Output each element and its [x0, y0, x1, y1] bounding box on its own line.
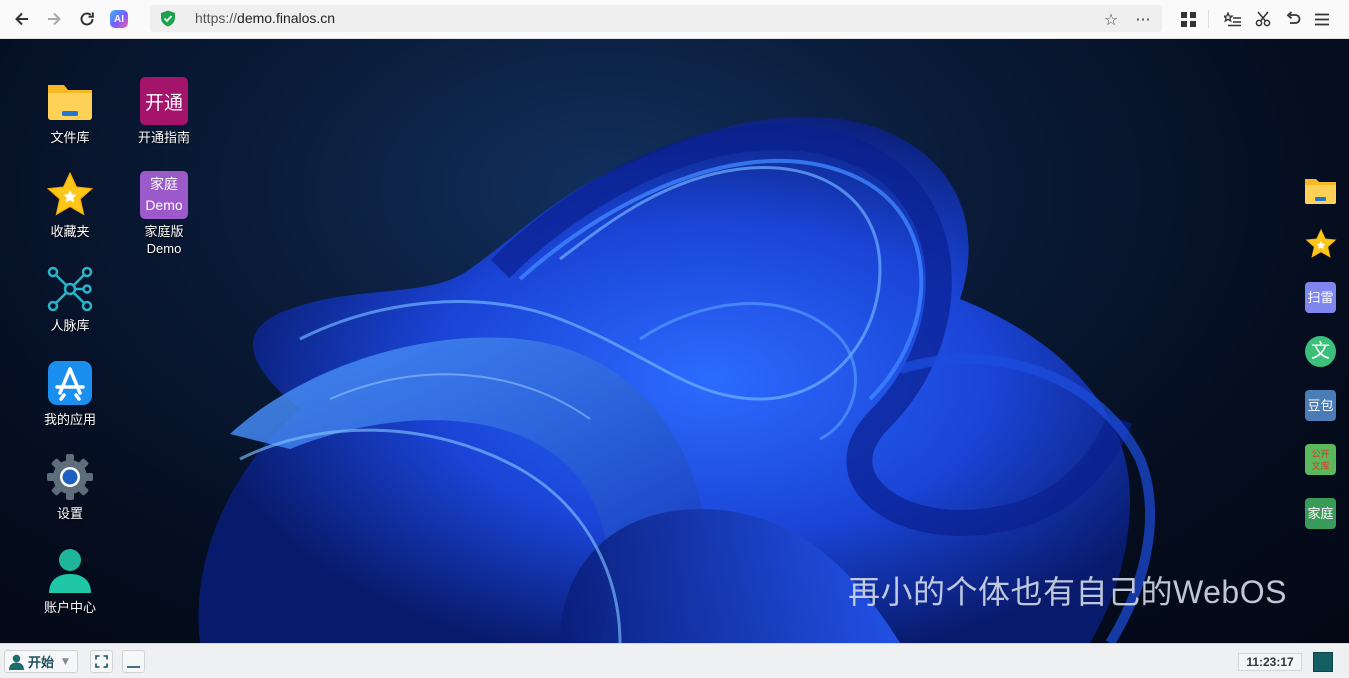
tile-text: Demo — [145, 197, 183, 213]
minimize-all-button[interactable] — [122, 650, 145, 673]
taskbar: 开始 ▼ 11:23:17 — [0, 643, 1349, 678]
desktop-icon-guide[interactable]: 开通 开通指南 — [124, 77, 204, 146]
fullscreen-icon — [95, 655, 108, 668]
dock-doubao[interactable]: 豆包 — [1304, 389, 1337, 422]
desktop-icon-account[interactable]: 账户中心 — [30, 547, 110, 616]
user-icon — [9, 654, 24, 670]
dock-document[interactable]: 文 — [1304, 335, 1337, 368]
desktop-icon-label: 收藏夹 — [50, 224, 90, 239]
secure-shield-icon — [160, 10, 176, 27]
desktop-icon-contacts[interactable]: 人脉库 — [30, 265, 110, 334]
desktop-icon-settings[interactable]: 设置 — [30, 453, 110, 522]
dock-favorites[interactable] — [1304, 227, 1337, 260]
tile-text: 家庭 — [150, 176, 178, 192]
star-icon — [46, 171, 94, 219]
browser-toolbar: AI https://demo.finalos.cn ☆ ··· — [0, 0, 1349, 39]
taskbar-clock: 11:23:17 — [1238, 653, 1302, 671]
desktop-slogan: 再小的个体也有自己的WebOS — [848, 574, 1287, 610]
guide-tile: 开通 — [140, 77, 188, 125]
desktop-icon-label: 我的应用 — [43, 412, 96, 427]
desktop-icon-label: 开通指南 — [137, 130, 190, 145]
show-desktop-button[interactable] — [1313, 652, 1333, 672]
dock-public-library[interactable]: 公开 文库 — [1304, 443, 1337, 476]
desktop-icon-favorites[interactable]: 收藏夹 — [30, 171, 110, 240]
dock-tile-text: 文 — [1305, 336, 1336, 367]
more-dots-icon[interactable]: ··· — [1132, 8, 1154, 30]
fullscreen-button[interactable] — [90, 650, 113, 673]
bookmark-star-icon[interactable]: ☆ — [1100, 8, 1122, 30]
undo-icon[interactable] — [1282, 8, 1304, 30]
menu-hamburger-icon[interactable] — [1311, 8, 1333, 30]
favorites-list-icon[interactable] — [1221, 8, 1243, 30]
toolbar-divider — [1208, 10, 1209, 28]
desktop-icon-label: 设置 — [56, 506, 83, 521]
dock-files[interactable] — [1304, 174, 1337, 207]
apps-grid-icon[interactable] — [1177, 8, 1199, 30]
desktop-icon-label: 家庭版 Demo — [144, 224, 184, 256]
network-icon — [46, 265, 94, 313]
start-button[interactable]: 开始 ▼ — [4, 650, 78, 673]
back-arrow-icon[interactable] — [11, 8, 33, 30]
dock-tile-text: 家庭 — [1305, 498, 1336, 529]
desktop-icon-label: 文件库 — [50, 130, 90, 145]
chevron-down-icon: ▼ — [62, 656, 69, 667]
desktop-icon-family-demo[interactable]: 家庭 Demo 家庭版 Demo — [124, 171, 204, 257]
star-icon — [1305, 228, 1336, 258]
dock-tile-text: 扫雷 — [1305, 282, 1336, 313]
app-store-icon — [46, 359, 94, 407]
reload-icon[interactable] — [76, 8, 98, 30]
dock-minesweeper[interactable]: 扫雷 — [1304, 281, 1337, 314]
minimize-icon — [127, 666, 140, 668]
desktop-icon-label: 人脉库 — [50, 318, 90, 333]
desktop-icon-label: 账户中心 — [43, 600, 96, 615]
user-icon — [46, 547, 94, 595]
dock-tile-text: 公开 文库 — [1305, 444, 1336, 475]
scissors-icon[interactable] — [1252, 8, 1274, 30]
start-label: 开始 — [28, 655, 55, 670]
url-text: https://demo.finalos.cn — [195, 10, 336, 26]
ai-assistant-icon[interactable]: AI — [110, 10, 128, 28]
folder-icon — [46, 77, 94, 125]
address-bar[interactable]: https://demo.finalos.cn ☆ ··· — [150, 5, 1162, 32]
dock-family[interactable]: 家庭 — [1304, 497, 1337, 530]
folder-icon — [1305, 178, 1336, 204]
dock-tile-text: 豆包 — [1305, 390, 1336, 421]
desktop-icon-files[interactable]: 文件库 — [30, 77, 110, 146]
forward-arrow-icon[interactable] — [43, 8, 65, 30]
family-demo-tile: 家庭 Demo — [140, 171, 188, 219]
desktop[interactable]: 文件库 收藏夹 人脉库 我的应用 设置 账户中心 开通 开通指南 家庭 Demo… — [0, 39, 1349, 643]
gear-icon — [46, 453, 94, 501]
desktop-icon-my-apps[interactable]: 我的应用 — [30, 359, 110, 428]
